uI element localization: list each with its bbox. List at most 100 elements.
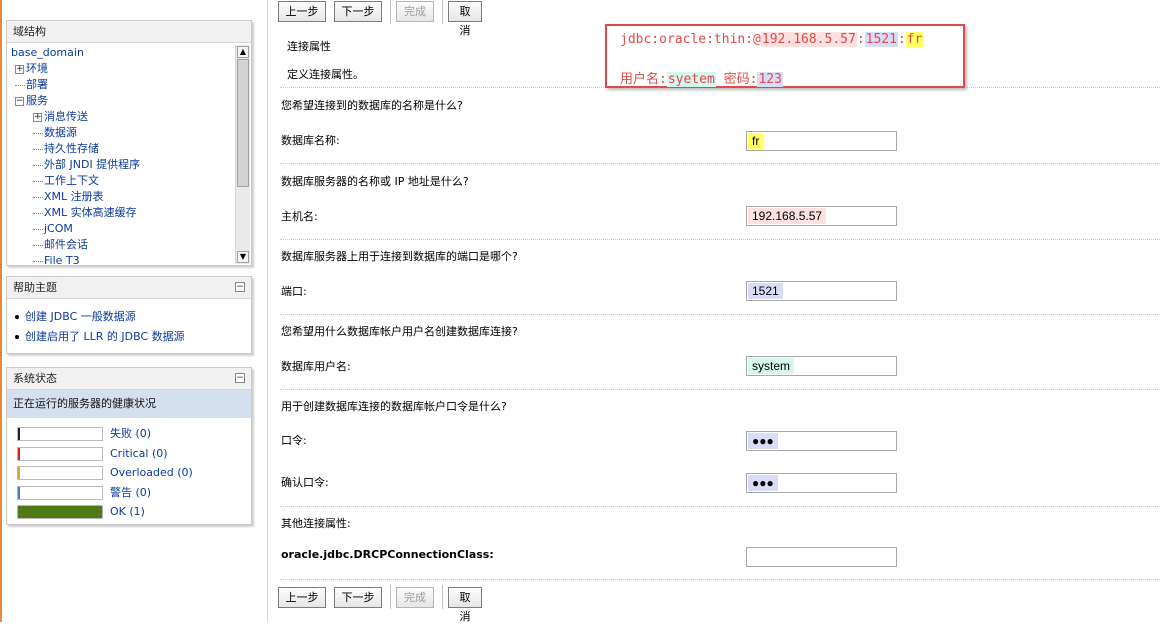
next-button-bottom[interactable]: 下一步 xyxy=(334,587,382,608)
help-topics-panel: 帮助主题 − 创建 JDBC 一般数据源 创建启用了 LLR 的 JDBC 数据… xyxy=(6,276,252,354)
password-input[interactable]: ●●● xyxy=(746,431,897,451)
callout-password-label: 密码: xyxy=(723,72,758,87)
server-health-subtitle: 正在运行的服务器的健康状况 xyxy=(7,390,251,418)
cancel-button[interactable]: 取消 xyxy=(448,1,482,37)
url-colon: : xyxy=(897,32,906,47)
help-topic-link[interactable]: 创建启用了 LLR 的 JDBC 数据源 xyxy=(15,327,251,347)
tree-item-label[interactable]: 持久性存储 xyxy=(44,142,99,155)
tree-item[interactable]: base_domain xyxy=(11,45,251,61)
tree-item-label[interactable]: jCOM xyxy=(44,222,73,235)
expand-icon[interactable]: + xyxy=(15,64,24,74)
scroll-up-arrow-icon[interactable]: ▲ xyxy=(237,46,249,58)
tree-item[interactable]: File T3 xyxy=(11,253,251,265)
divider xyxy=(280,506,1160,507)
status-label-link[interactable]: 失败 (0) xyxy=(110,424,151,443)
status-label-link[interactable]: Critical (0) xyxy=(110,444,168,463)
status-row: OK (1) xyxy=(7,502,251,522)
status-bar-fill xyxy=(18,506,102,518)
status-bar xyxy=(17,446,103,461)
jdbc-url-callout: jdbc:oracle:thin:@192.168.5.57:1521:fr 用… xyxy=(605,24,965,88)
label-drcp-connection-class: oracle.jdbc.DRCPConnectionClass: xyxy=(281,548,494,561)
status-bar-fill xyxy=(18,447,20,460)
label-confirm-password: 确认口令: xyxy=(281,476,329,489)
port-input[interactable]: 1521 xyxy=(746,281,897,301)
tree-item-label[interactable]: 工作上下文 xyxy=(44,174,99,187)
tree-item[interactable]: 外部 JNDI 提供程序 xyxy=(11,157,251,173)
host-input[interactable]: 192.168.5.57 xyxy=(746,206,897,226)
question-host: 数据库服务器的名称或 IP 地址是什么? xyxy=(281,175,469,188)
tree-item-label[interactable]: File T3 xyxy=(44,254,80,265)
help-topics-header: 帮助主题 − xyxy=(7,277,251,299)
url-prefix: jdbc:oracle:thin:@ xyxy=(620,32,761,47)
status-bar-fill xyxy=(18,486,20,499)
tree-item-label[interactable]: 数据源 xyxy=(44,126,77,139)
tree-item[interactable]: 数据源 xyxy=(11,125,251,141)
toolbar-separator xyxy=(390,585,391,609)
domain-tree: base_domain + 环境 部署 − 服务 + 消息传送 数据源 持久性存储 外部 JNDI … xyxy=(7,43,251,265)
tree-connector xyxy=(33,212,43,214)
tree-item[interactable]: + 环境 xyxy=(11,61,251,77)
tree-item-label[interactable]: 部署 xyxy=(26,78,48,91)
tree-item[interactable]: − 服务 xyxy=(11,93,251,109)
drcp-connection-class-input[interactable] xyxy=(746,547,897,567)
tree-item-label[interactable]: 环境 xyxy=(26,62,48,75)
tree-item-label[interactable]: 外部 JNDI 提供程序 xyxy=(44,158,140,171)
left-edge-border xyxy=(0,0,2,622)
divider xyxy=(280,314,1160,315)
tree-connector xyxy=(33,180,43,182)
divider xyxy=(280,239,1160,240)
tree-item-label[interactable]: 邮件会话 xyxy=(44,238,88,251)
tree-item[interactable]: 邮件会话 xyxy=(11,237,251,253)
username-input[interactable]: system xyxy=(746,356,897,376)
next-button[interactable]: 下一步 xyxy=(334,1,382,22)
collapse-help-icon[interactable]: − xyxy=(235,282,245,292)
label-port: 端口: xyxy=(281,285,307,298)
status-label-link[interactable]: 警告 (0) xyxy=(110,483,151,502)
tree-item-label[interactable]: XML 注册表 xyxy=(44,190,104,203)
username-value: system xyxy=(748,358,795,374)
tree-item[interactable]: XML 实体高速缓存 xyxy=(11,205,251,221)
tree-connector xyxy=(33,228,43,230)
help-topic-link[interactable]: 创建 JDBC 一般数据源 xyxy=(15,307,251,327)
status-row: Critical (0) xyxy=(7,444,251,464)
divider xyxy=(280,389,1160,390)
tree-item[interactable]: 部署 xyxy=(11,77,251,93)
tree-scrollbar[interactable]: ▲ ▼ xyxy=(235,45,250,264)
tree-item[interactable]: jCOM xyxy=(11,221,251,237)
tree-item[interactable]: 工作上下文 xyxy=(11,173,251,189)
status-bar xyxy=(17,505,103,519)
help-topics-list: 创建 JDBC 一般数据源 创建启用了 LLR 的 JDBC 数据源 xyxy=(7,299,251,347)
tree-item-label[interactable]: XML 实体高速缓存 xyxy=(44,206,137,219)
status-row: 失败 (0) xyxy=(7,424,251,444)
finish-button-bottom[interactable]: 完成 xyxy=(396,587,434,608)
tree-item-label[interactable]: base_domain xyxy=(11,46,84,59)
domain-structure-title: 域结构 xyxy=(13,25,46,38)
cancel-button-bottom[interactable]: 取消 xyxy=(448,587,482,623)
db-name-input[interactable]: fr xyxy=(746,131,897,151)
back-button[interactable]: 上一步 xyxy=(278,1,326,22)
scroll-thumb[interactable] xyxy=(237,59,249,187)
tree-item-label[interactable]: 消息传送 xyxy=(44,110,88,123)
domain-structure-panel: 域结构 base_domain + 环境 部署 − 服务 + 消息传送 数据源 持久性存储 外部 J… xyxy=(6,20,252,266)
scroll-down-arrow-icon[interactable]: ▼ xyxy=(237,251,249,263)
collapse-status-icon[interactable]: − xyxy=(235,373,245,383)
jdbc-url-line: jdbc:oracle:thin:@192.168.5.57:1521:fr xyxy=(620,32,924,47)
host-value: 192.168.5.57 xyxy=(748,208,827,224)
tree-item[interactable]: 持久性存储 xyxy=(11,141,251,157)
status-label-link[interactable]: Overloaded (0) xyxy=(110,463,193,482)
tree-connector xyxy=(33,132,43,134)
confirm-password-input[interactable]: ●●● xyxy=(746,473,897,493)
collapse-icon[interactable]: − xyxy=(15,96,24,106)
tree-item-label[interactable]: 服务 xyxy=(26,94,48,107)
status-label-link[interactable]: OK (1) xyxy=(110,502,145,521)
url-port: 1521 xyxy=(864,32,898,47)
finish-button[interactable]: 完成 xyxy=(396,1,434,22)
tree-item[interactable]: XML 注册表 xyxy=(11,189,251,205)
status-bar xyxy=(17,485,103,500)
expand-icon[interactable]: + xyxy=(33,112,42,122)
tree-connector xyxy=(15,84,25,86)
status-row: Overloaded (0) xyxy=(7,463,251,483)
tree-item[interactable]: + 消息传送 xyxy=(11,109,251,125)
back-button-bottom[interactable]: 上一步 xyxy=(278,587,326,608)
tree-connector xyxy=(33,260,43,262)
